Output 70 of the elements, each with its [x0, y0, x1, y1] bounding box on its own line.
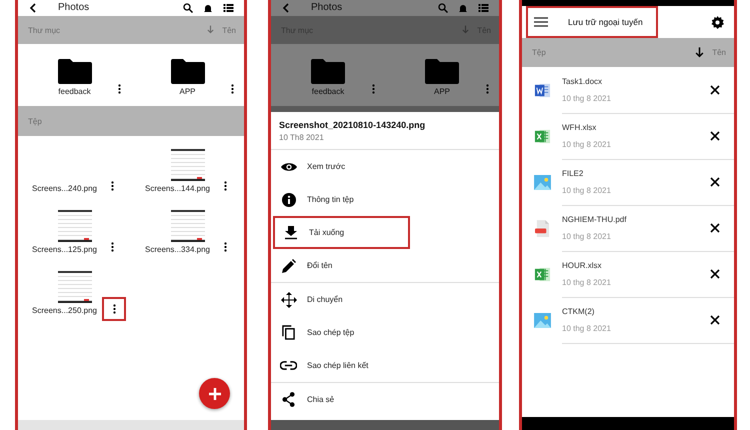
move-arrows-icon — [280, 292, 297, 308]
folder-name[interactable]: feedback — [58, 87, 91, 96]
pencil-icon — [280, 258, 297, 272]
menu-item[interactable]: Di chuyển — [271, 283, 499, 316]
close-icon[interactable] — [710, 176, 720, 186]
file-date: 10 thg 8 2021 — [562, 278, 612, 286]
more-icon[interactable] — [231, 84, 234, 94]
eye-icon — [280, 162, 297, 172]
file-name: Screenshot_20210810-143240.png — [279, 120, 426, 130]
close-icon[interactable] — [710, 314, 720, 324]
section-label: Tệp — [532, 48, 547, 57]
file-name: NGHIEM-THU.pdf — [562, 214, 628, 224]
menu-item[interactable]: Xem trước — [271, 150, 499, 183]
download-icon — [282, 226, 299, 240]
folder-icon[interactable] — [58, 58, 92, 84]
more-icon[interactable] — [110, 242, 114, 252]
file-name: WFH.xlsx — [562, 122, 598, 132]
file-date: 10 thg 8 2021 — [562, 140, 612, 148]
file-name[interactable]: Screens...240.png — [32, 184, 97, 193]
share-icon — [280, 392, 297, 407]
plus-icon[interactable] — [208, 386, 222, 400]
file-name[interactable]: Screens...334.png — [145, 245, 210, 254]
menu-item[interactable]: Thông tin tệp — [271, 183, 499, 216]
close-icon[interactable] — [710, 84, 720, 94]
file-name: Task1.docx — [562, 76, 604, 86]
file-name: HOUR.xlsx — [562, 260, 603, 270]
file-name[interactable]: Screens...125.png — [32, 245, 97, 254]
more-icon[interactable] — [112, 304, 116, 314]
more-button[interactable] — [102, 297, 126, 321]
folder-name[interactable]: feedback — [312, 87, 344, 96]
sort-arrow-icon[interactable] — [695, 46, 704, 58]
settings-icon[interactable] — [711, 16, 724, 28]
info-icon — [280, 192, 297, 206]
more-icon[interactable] — [118, 84, 121, 94]
list-view-icon[interactable] — [223, 3, 234, 13]
screen-title: Lưu trữ ngoại tuyến — [568, 17, 643, 27]
menu-icon[interactable] — [534, 17, 548, 27]
link-icon — [280, 361, 297, 370]
file-name: FILE2 — [562, 168, 584, 178]
menu-item[interactable]: Đổi tên — [271, 249, 499, 282]
folder-icon[interactable] — [170, 58, 204, 84]
search-icon[interactable] — [183, 3, 193, 13]
back-icon[interactable] — [28, 3, 38, 13]
file-date: 10 Th8 2021 — [279, 133, 325, 142]
close-icon[interactable] — [710, 130, 720, 140]
more-icon[interactable] — [110, 181, 114, 191]
file-name[interactable]: Screens...250.png — [32, 306, 97, 315]
file-date: 10 thg 8 2021 — [562, 94, 612, 102]
more-icon[interactable] — [224, 181, 226, 191]
add-button[interactable] — [199, 378, 230, 409]
screen-title: Photos — [57, 3, 90, 13]
section-label: Tệp — [28, 116, 43, 126]
menu-item[interactable]: Sao chép liên kết — [271, 349, 499, 382]
file-date: 10 thg 8 2021 — [562, 186, 612, 194]
section-label: Thư mục — [28, 26, 62, 34]
more-icon[interactable] — [224, 242, 226, 252]
close-icon[interactable] — [710, 268, 720, 278]
menu-item[interactable]: Chia sẻ — [271, 383, 499, 416]
bell-icon[interactable] — [203, 3, 213, 13]
close-icon[interactable] — [710, 222, 720, 232]
copy-icon — [280, 325, 297, 340]
file-name: CTKM(2) — [562, 306, 596, 316]
file-date: 10 thg 8 2021 — [562, 324, 612, 332]
folder-name[interactable]: APP — [434, 87, 450, 96]
file-name[interactable]: Screens...144.png — [145, 184, 210, 193]
folder-name[interactable]: APP — [179, 87, 196, 96]
menu-item[interactable]: Sao chép tệp — [271, 316, 499, 349]
screen-title: Photos — [310, 3, 344, 13]
menu-item[interactable]: Tải xuống — [273, 216, 410, 249]
file-date: 10 thg 8 2021 — [562, 232, 612, 240]
